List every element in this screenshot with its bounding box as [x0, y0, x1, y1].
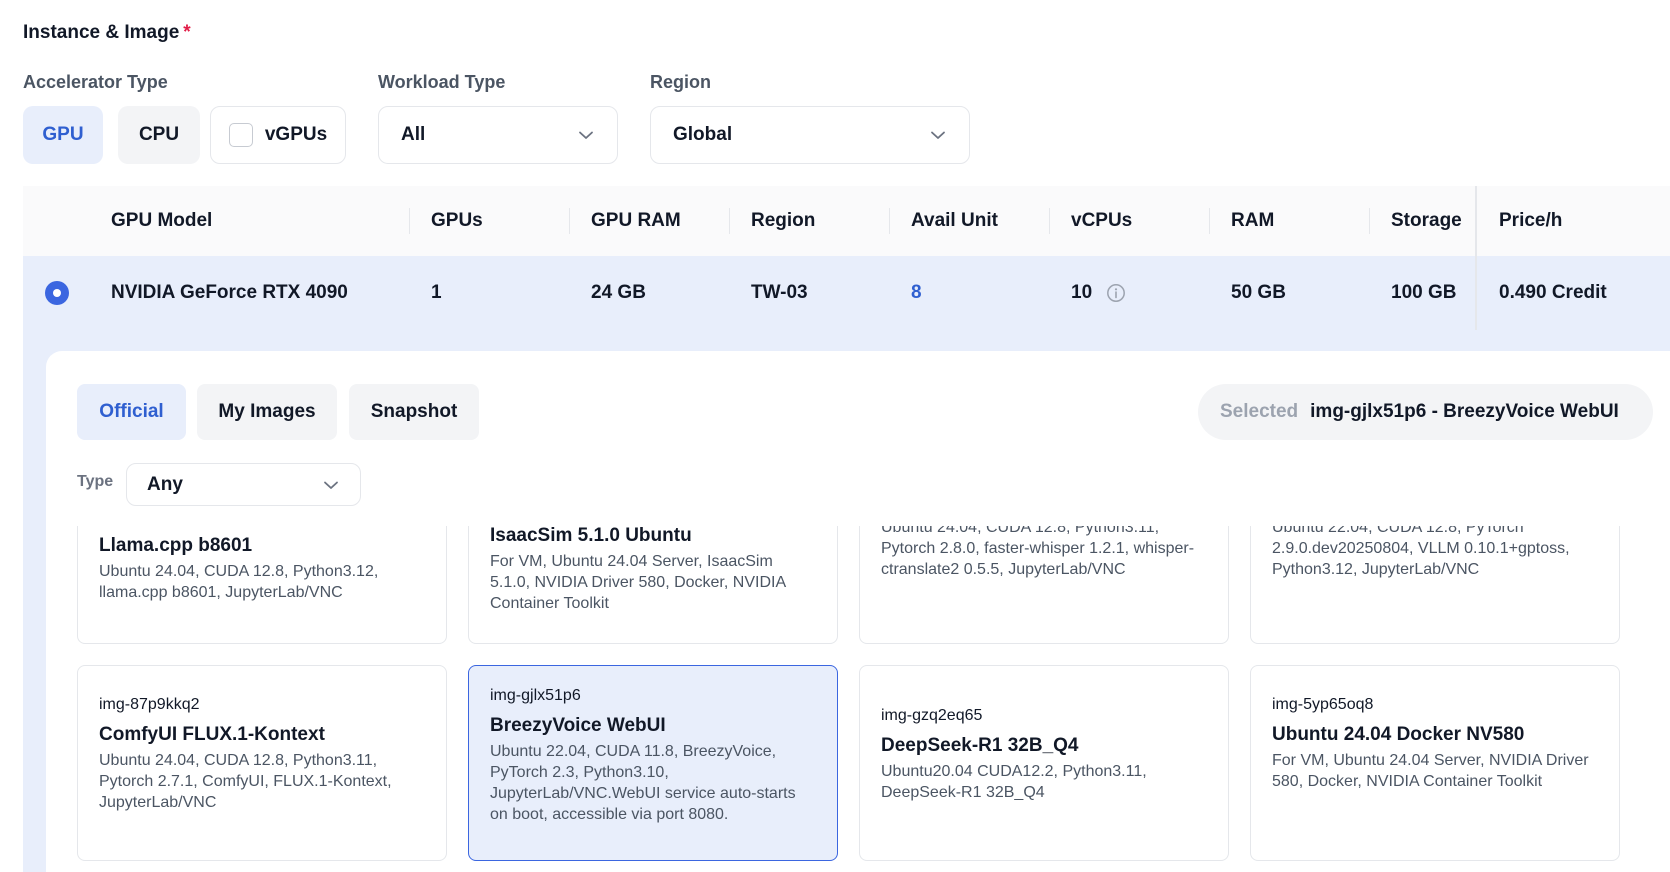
header-gpu-ram: GPU RAM: [591, 210, 681, 231]
image-card-name: DeepSeek-R1 32B_Q4: [881, 735, 1079, 756]
image-card-desc: For VM, Ubuntu 24.04 Server, IsaacSim 5.…: [490, 553, 786, 612]
row-storage: 100 GB: [1391, 282, 1457, 303]
image-card-desc: Ubuntu 24.04, CUDA 12.8, Python3.12, lla…: [99, 563, 379, 601]
image-card[interactable]: Ubuntu 22.04, CUDA 12.8, PyTorch 2.9.0.d…: [1250, 526, 1620, 644]
workload-type-label: Workload Type: [378, 72, 506, 92]
header-divider: [409, 208, 410, 234]
section-title: Instance & Image *: [23, 22, 191, 44]
chevron-down-icon: [579, 131, 593, 139]
gpu-table-row[interactable]: NVIDIA GeForce RTX 4090 1 24 GB TW-03 8 …: [23, 256, 1670, 330]
header-price: Price/h: [1499, 210, 1563, 231]
vgpus-toggle[interactable]: vGPUs: [210, 106, 346, 164]
image-card-name: Ubuntu 24.04 Docker NV580: [1272, 724, 1525, 745]
price-column-separator: [1475, 186, 1477, 330]
row-gpu-model: NVIDIA GeForce RTX 4090: [111, 282, 348, 303]
tab-snapshot[interactable]: Snapshot: [349, 384, 479, 440]
type-filter-value: Any: [147, 473, 183, 495]
vgpus-label: vGPUs: [264, 124, 328, 145]
header-gpus: GPUs: [431, 210, 483, 231]
workload-type-select[interactable]: All: [378, 106, 618, 164]
header-vcpus: vCPUs: [1071, 210, 1133, 231]
image-card[interactable]: img-gzq2eq65 DeepSeek-R1 32B_Q4 Ubuntu20…: [859, 665, 1229, 861]
header-storage: Storage: [1391, 210, 1462, 231]
image-card[interactable]: IsaacSim 5.1.0 Ubuntu For VM, Ubuntu 24.…: [468, 526, 838, 644]
image-card-desc: Ubuntu 22.04, CUDA 12.8, PyTorch 2.9.0.d…: [1272, 526, 1570, 578]
header-divider: [889, 208, 890, 234]
header-divider: [729, 208, 730, 234]
region-value: Global: [673, 124, 733, 145]
required-mark: *: [183, 22, 191, 43]
row-vcpus-cell: 10: [1071, 256, 1126, 330]
image-card-id: img-87p9kkq2: [99, 696, 200, 713]
image-card[interactable]: Ubuntu 24.04, CUDA 12.8, Python3.11, Pyt…: [859, 526, 1229, 644]
info-icon[interactable]: [1106, 283, 1126, 303]
type-filter-label: Type: [77, 473, 114, 490]
image-card-id: img-gjlx51p6: [490, 687, 581, 704]
row-gpu-ram: 24 GB: [591, 282, 646, 303]
chevron-down-icon: [324, 481, 338, 489]
row-ram: 50 GB: [1231, 282, 1286, 303]
selected-value: img-gjlx51p6 - BreezyVoice WebUI: [1310, 401, 1619, 422]
image-card[interactable]: img-87p9kkq2 ComfyUI FLUX.1-Kontext Ubun…: [77, 665, 447, 861]
accelerator-type-label: Accelerator Type: [23, 72, 168, 92]
header-ram: RAM: [1231, 210, 1275, 231]
image-card-name: Llama.cpp b8601: [99, 535, 253, 556]
vgpus-checkbox[interactable]: [228, 123, 253, 147]
image-card-id: img-5yp65oq8: [1272, 696, 1374, 713]
image-card-desc: Ubuntu20.04 CUDA12.2, Python3.11, DeepSe…: [881, 763, 1147, 801]
gpu-table-header: GPU Model GPUs GPU RAM Region Avail Unit…: [23, 186, 1670, 256]
header-gpu-model: GPU Model: [111, 210, 213, 231]
section-title-text: Instance & Image: [23, 22, 180, 43]
image-card-desc: Ubuntu 24.04, CUDA 12.8, Python3.11, Pyt…: [99, 752, 392, 811]
tab-official[interactable]: Official: [77, 384, 186, 440]
workload-type-value: All: [401, 124, 426, 145]
image-card-desc: Ubuntu 22.04, CUDA 11.8, BreezyVoice, Py…: [490, 743, 796, 823]
row-region: TW-03: [751, 282, 808, 303]
image-card-name: IsaacSim 5.1.0 Ubuntu: [490, 526, 692, 546]
accelerator-cpu-button[interactable]: CPU: [118, 106, 200, 164]
row-vcpus: 10: [1071, 282, 1093, 303]
type-filter-select[interactable]: Any: [126, 463, 361, 506]
image-card-selected[interactable]: img-gjlx51p6 BreezyVoice WebUI Ubuntu 22…: [468, 665, 838, 861]
region-select[interactable]: Global: [650, 106, 970, 164]
chevron-down-icon: [931, 131, 945, 139]
row-radio-selected[interactable]: [45, 281, 69, 305]
tab-my-images[interactable]: My Images: [197, 384, 337, 440]
header-divider: [1209, 208, 1210, 234]
header-divider: [569, 208, 570, 234]
row-avail-unit[interactable]: 8: [911, 256, 922, 330]
image-card-desc: Ubuntu 24.04, CUDA 12.8, Python3.11, Pyt…: [881, 526, 1195, 578]
image-card-desc: For VM, Ubuntu 24.04 Server, NVIDIA Driv…: [1272, 752, 1589, 790]
image-card-name: BreezyVoice WebUI: [490, 715, 666, 736]
image-card-name: ComfyUI FLUX.1-Kontext: [99, 724, 325, 745]
image-card-id: img-gzq2eq65: [881, 707, 983, 724]
header-avail-unit: Avail Unit: [911, 210, 998, 231]
header-divider: [1369, 208, 1370, 234]
instance-image-section: Instance & Image * Accelerator Type GPU C…: [0, 0, 1670, 872]
image-card[interactable]: Llama.cpp b8601 Ubuntu 24.04, CUDA 12.8,…: [77, 526, 447, 644]
row-gpus: 1: [431, 282, 442, 303]
row-price: 0.490 Credit: [1499, 282, 1607, 303]
selected-image-pill: Selected img-gjlx51p6 - BreezyVoice WebU…: [1198, 384, 1653, 440]
selected-label: Selected: [1220, 401, 1299, 422]
image-card[interactable]: img-5yp65oq8 Ubuntu 24.04 Docker NV580 F…: [1250, 665, 1620, 861]
accelerator-gpu-button[interactable]: GPU: [23, 106, 103, 164]
image-cards-grid[interactable]: Llama.cpp b8601 Ubuntu 24.04, CUDA 12.8,…: [46, 526, 1670, 872]
header-region: Region: [751, 210, 816, 231]
region-label: Region: [650, 72, 711, 92]
header-divider: [1049, 208, 1050, 234]
